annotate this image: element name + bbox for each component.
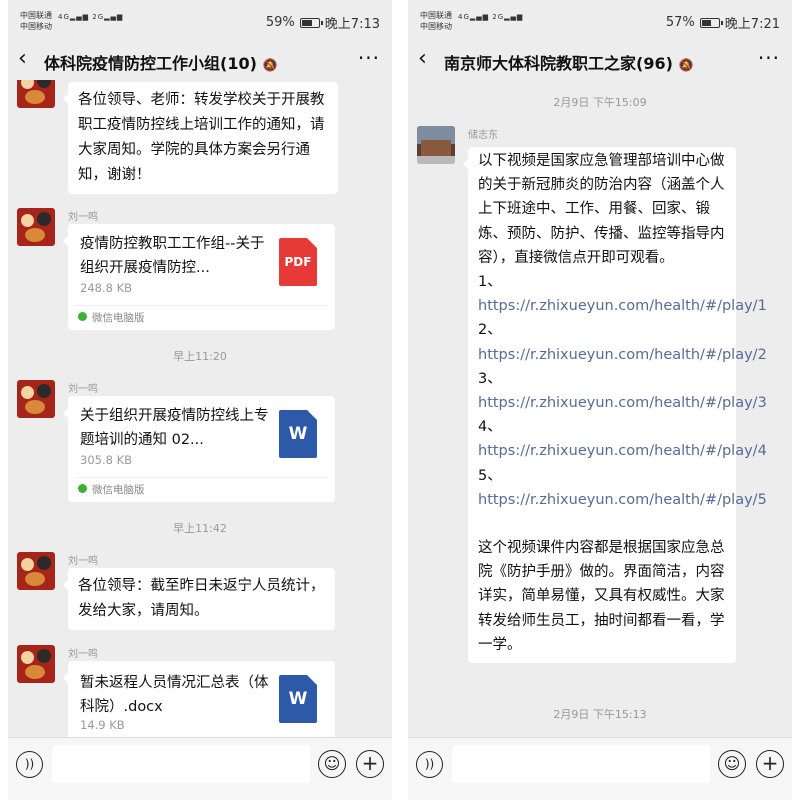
timestamp: 2月9日 下午15:13 (553, 708, 647, 721)
input-bar: )) ☺ + (408, 737, 792, 800)
video-link[interactable]: https://r.zhixueyun.com/health/#/play/4 (478, 443, 767, 459)
file-source: 微信电脑版 (78, 482, 145, 497)
file-message[interactable]: 暂未返程人员情况汇总表（体科院）.docx 14.9 KB W (63, 661, 335, 737)
video-link[interactable]: https://r.zhixueyun.com/health/#/play/1 (478, 298, 767, 314)
clock: 晚上7:13 (324, 17, 380, 32)
more-dots-icon[interactable]: ··· (358, 46, 380, 70)
timestamp: 2月9日 下午15:09 (553, 96, 647, 109)
file-message[interactable]: 疫情防控教职工工作组--关于组织开展疫情防控... 248.8 KB PDF 微… (63, 224, 335, 330)
plus-icon[interactable]: + (356, 750, 384, 778)
status-right: 59% 晚上7:13 (266, 13, 380, 32)
video-link[interactable]: https://r.zhixueyun.com/health/#/play/2 (478, 347, 767, 363)
file-name: 关于组织开展疫情防控线上专题培训的通知 02... (80, 408, 269, 448)
mute-icon: 🔕 (262, 58, 278, 72)
message-list[interactable]: 各位领导、老师：转发学校关于开展教职工疫情防控线上培训工作的通知，请大家周知。学… (8, 80, 392, 737)
file-size: 248.8 KB (80, 281, 133, 295)
link-item: 5、https://r.zhixueyun.com/health/#/play/… (478, 467, 767, 508)
avatar[interactable] (17, 645, 55, 683)
status-right: 57% 晚上7:21 (666, 13, 780, 32)
file-size: 305.8 KB (80, 453, 133, 467)
avatar[interactable] (417, 126, 455, 164)
voice-icon[interactable]: )) (16, 751, 43, 778)
more-dots-icon[interactable]: ··· (758, 46, 780, 70)
message-list[interactable]: 2月9日 下午15:09 储志东 以下视频是国家应急管理部培训中心做的关于新冠肺… (408, 80, 792, 737)
carrier-info: 中国联通 中国移动 (20, 10, 52, 32)
message-bubble[interactable]: 各位领导、老师：转发学校关于开展教职工疫情防控线上培训工作的通知，请大家周知。学… (63, 82, 338, 194)
message-intro: 以下视频是国家应急管理部培训中心做的关于新冠肺炎的防治内容（涵盖个人上下班途中、… (478, 153, 725, 266)
file-source: 微信电脑版 (78, 310, 145, 325)
link-item: 2、https://r.zhixueyun.com/health/#/play/… (478, 322, 767, 363)
link-item: 3、https://r.zhixueyun.com/health/#/play/… (478, 370, 767, 412)
battery-icon (699, 17, 723, 28)
sender-name: 储志东 (468, 130, 498, 141)
voice-icon[interactable]: )) (416, 751, 443, 778)
carrier-2: 中国移动 (20, 22, 52, 31)
emoji-icon[interactable]: ☺ (318, 750, 346, 778)
word-file-icon: W (279, 410, 317, 458)
status-bar: 中国联通 中国移动 4G▂▄▆ 2G▂▄▆ 57% 晚上7:21 (408, 0, 792, 40)
file-name: 暂未返程人员情况汇总表（体科院）.docx (80, 675, 269, 715)
word-file-icon: W (279, 675, 317, 723)
back-arrow-icon[interactable]: ‹ (18, 48, 27, 70)
link-item: 1、https://r.zhixueyun.com/health/#/play/… (478, 274, 767, 315)
signal-icon: 4G▂▄▆ 2G▂▄▆ (458, 13, 524, 21)
video-link[interactable]: https://r.zhixueyun.com/health/#/play/3 (478, 395, 767, 411)
chat-header: ‹ 体科院疫情防控工作小组(10) 🔕 ··· (8, 40, 392, 80)
input-bar: )) ☺ + (8, 737, 392, 800)
avatar[interactable] (17, 552, 55, 590)
file-size: 14.9 KB (80, 718, 125, 732)
message-bubble[interactable]: 各位领导：截至昨日未返宁人员统计，发给大家，请周知。 (63, 568, 335, 630)
wechat-pc-icon (78, 312, 87, 321)
carrier-1: 中国联通 (20, 11, 52, 20)
sender-name: 刘一鸣 (68, 649, 98, 660)
chat-header: ‹ 南京师大体科院教职工之家(96) 🔕 ··· (408, 40, 792, 80)
timestamp: 早上11:20 (173, 350, 227, 363)
video-link[interactable]: https://r.zhixueyun.com/health/#/play/5 (478, 492, 767, 508)
link-item: 4、https://r.zhixueyun.com/health/#/play/… (478, 419, 767, 460)
message-input[interactable] (52, 745, 310, 783)
sender-name: 刘一鸣 (68, 212, 98, 223)
signal-icon: 4G▂▄▆ 2G▂▄▆ (58, 13, 124, 21)
battery-percent: 59% (265, 15, 295, 30)
avatar[interactable] (17, 380, 55, 418)
avatar[interactable] (17, 208, 55, 246)
battery-percent: 57% (665, 15, 695, 30)
status-bar: 中国联通 中国移动 4G▂▄▆ 2G▂▄▆ 59% 晚上7:13 (8, 0, 392, 40)
back-arrow-icon[interactable]: ‹ (418, 48, 427, 70)
file-message[interactable]: 关于组织开展疫情防控线上专题培训的通知 02... 305.8 KB W 微信电… (63, 396, 335, 502)
sender-name: 刘一鸣 (68, 384, 98, 395)
divider (76, 477, 327, 478)
carrier-info: 中国联通 中国移动 (420, 10, 452, 32)
mute-icon: 🔕 (678, 58, 694, 72)
battery-icon (299, 17, 323, 28)
wechat-pc-icon (78, 484, 87, 493)
carrier-2: 中国移动 (420, 22, 452, 31)
timestamp: 早上11:42 (173, 522, 227, 535)
avatar[interactable] (17, 80, 55, 108)
carrier-1: 中国联通 (420, 11, 452, 20)
chat-title: 体科院疫情防控工作小组(10) 🔕 (44, 54, 278, 73)
message-input[interactable] (452, 745, 710, 783)
clock: 晚上7:21 (724, 17, 780, 32)
divider (76, 305, 327, 306)
left-phone-screen: 中国联通 中国移动 4G▂▄▆ 2G▂▄▆ 59% 晚上7:13 ‹ 体科院疫情… (8, 0, 392, 800)
message-bubble[interactable]: 以下视频是国家应急管理部培训中心做的关于新冠肺炎的防治内容（涵盖个人上下班途中、… (463, 147, 767, 664)
file-name: 疫情防控教职工工作组--关于组织开展疫情防控... (80, 236, 265, 276)
chat-title: 南京师大体科院教职工之家(96) 🔕 (444, 54, 694, 73)
message-outro: 这个视频课件内容都是根据国家应急总院《防护手册》做的。界面简洁，内容详实，简单易… (478, 540, 725, 653)
emoji-icon[interactable]: ☺ (718, 750, 746, 778)
plus-icon[interactable]: + (756, 750, 784, 778)
sender-name: 刘一鸣 (68, 556, 98, 567)
pdf-file-icon: PDF (279, 238, 317, 286)
right-phone-screen: 中国联通 中国移动 4G▂▄▆ 2G▂▄▆ 57% 晚上7:21 ‹ 南京师大体… (408, 0, 792, 800)
